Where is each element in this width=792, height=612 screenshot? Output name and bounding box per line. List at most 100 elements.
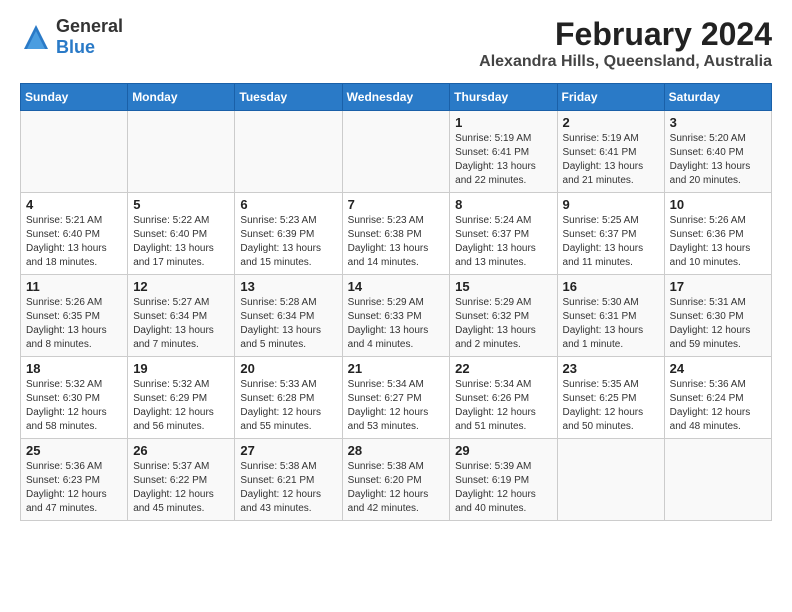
calendar-cell: 25Sunrise: 5:36 AM Sunset: 6:23 PM Dayli… [21,439,128,521]
calendar-cell: 16 Sunrise: 5:30 AM Sunset: 6:31 PM Dayli… [557,275,664,357]
calendar-cell [664,439,771,521]
calendar-cell: 5 Sunrise: 5:22 AM Sunset: 6:40 PM Daylig… [128,193,235,275]
col-friday: Friday [557,84,664,111]
logo-blue-text: Blue [56,37,95,57]
calendar-cell: 15Sunrise: 5:29 AM Sunset: 6:32 PM Dayli… [450,275,557,357]
day-info: Sunrise: 5:20 AM Sunset: 6:40 PM Dayligh… [670,132,766,188]
day-info: Sunrise: 5:24 AM Sunset: 6:37 PM Dayligh… [455,214,551,270]
calendar-week-4: 25Sunrise: 5:36 AM Sunset: 6:23 PM Dayli… [21,439,772,521]
calendar-cell: 28 Sunrise: 5:38 AM Sunset: 6:20 PM Dayli… [342,439,450,521]
calendar-cell [21,111,128,193]
day-info: Sunrise: 5:21 AM Sunset: 6:40 PM Dayligh… [26,214,122,270]
title-area: February 2024 Alexandra Hills, Queenslan… [479,16,772,71]
calendar-cell: 9 Sunrise: 5:25 AM Sunset: 6:37 PM Daylig… [557,193,664,275]
day-number: 5 [133,197,229,212]
day-number: 20 [240,361,336,376]
day-number: 4 [26,197,122,212]
day-number: 17 [670,279,766,294]
calendar-week-3: 18 Sunrise: 5:32 AM Sunset: 6:30 PM Dayli… [21,357,772,439]
day-number: 27 [240,443,336,458]
day-info: Sunrise: 5:19 AM Sunset: 6:41 PM Dayligh… [455,132,551,188]
day-info: Sunrise: 5:23 AM Sunset: 6:38 PM Dayligh… [348,214,445,270]
calendar-cell: 29Sunrise: 5:39 AM Sunset: 6:19 PM Dayli… [450,439,557,521]
calendar-week-1: 4 Sunrise: 5:21 AM Sunset: 6:40 PM Daylig… [21,193,772,275]
header: General Blue February 2024 Alexandra Hil… [20,16,772,71]
day-number: 28 [348,443,445,458]
day-number: 16 [563,279,659,294]
calendar-cell: 8 Sunrise: 5:24 AM Sunset: 6:37 PM Daylig… [450,193,557,275]
calendar-week-0: 1 Sunrise: 5:19 AM Sunset: 6:41 PM Daylig… [21,111,772,193]
calendar-cell: 2 Sunrise: 5:19 AM Sunset: 6:41 PM Daylig… [557,111,664,193]
day-number: 23 [563,361,659,376]
calendar-cell: 22 Sunrise: 5:34 AM Sunset: 6:26 PM Dayli… [450,357,557,439]
day-info: Sunrise: 5:36 AM Sunset: 6:24 PM Dayligh… [670,378,766,434]
calendar-cell: 1 Sunrise: 5:19 AM Sunset: 6:41 PM Daylig… [450,111,557,193]
col-tuesday: Tuesday [235,84,342,111]
day-info: Sunrise: 5:28 AM Sunset: 6:34 PM Dayligh… [240,296,336,352]
day-info: Sunrise: 5:34 AM Sunset: 6:26 PM Dayligh… [455,378,551,434]
day-info: Sunrise: 5:32 AM Sunset: 6:30 PM Dayligh… [26,378,122,434]
day-number: 25 [26,443,122,458]
calendar-cell: 10 Sunrise: 5:26 AM Sunset: 6:36 PM Dayli… [664,193,771,275]
logo-general-text: General [56,16,123,36]
day-info: Sunrise: 5:38 AM Sunset: 6:20 PM Dayligh… [348,460,445,516]
day-number: 21 [348,361,445,376]
day-info: Sunrise: 5:22 AM Sunset: 6:40 PM Dayligh… [133,214,229,270]
logo-icon [20,21,52,53]
day-number: 7 [348,197,445,212]
day-number: 18 [26,361,122,376]
day-info: Sunrise: 5:32 AM Sunset: 6:29 PM Dayligh… [133,378,229,434]
day-number: 6 [240,197,336,212]
day-info: Sunrise: 5:33 AM Sunset: 6:28 PM Dayligh… [240,378,336,434]
calendar-cell: 6 Sunrise: 5:23 AM Sunset: 6:39 PM Daylig… [235,193,342,275]
calendar-cell: 7 Sunrise: 5:23 AM Sunset: 6:38 PM Daylig… [342,193,450,275]
calendar-cell [235,111,342,193]
calendar-cell: 18 Sunrise: 5:32 AM Sunset: 6:30 PM Dayli… [21,357,128,439]
page-subtitle: Alexandra Hills, Queensland, Australia [479,53,772,71]
col-thursday: Thursday [450,84,557,111]
day-info: Sunrise: 5:29 AM Sunset: 6:33 PM Dayligh… [348,296,445,352]
day-number: 11 [26,279,122,294]
calendar-cell: 24 Sunrise: 5:36 AM Sunset: 6:24 PM Dayli… [664,357,771,439]
calendar-cell: 13 Sunrise: 5:28 AM Sunset: 6:34 PM Dayli… [235,275,342,357]
day-info: Sunrise: 5:26 AM Sunset: 6:35 PM Dayligh… [26,296,122,352]
day-number: 24 [670,361,766,376]
day-info: Sunrise: 5:30 AM Sunset: 6:31 PM Dayligh… [563,296,659,352]
day-number: 14 [348,279,445,294]
calendar-cell: 12Sunrise: 5:27 AM Sunset: 6:34 PM Dayli… [128,275,235,357]
day-info: Sunrise: 5:35 AM Sunset: 6:25 PM Dayligh… [563,378,659,434]
calendar-cell: 21Sunrise: 5:34 AM Sunset: 6:27 PM Dayli… [342,357,450,439]
day-number: 1 [455,115,551,130]
calendar-cell: 26 Sunrise: 5:37 AM Sunset: 6:22 PM Dayli… [128,439,235,521]
day-number: 3 [670,115,766,130]
day-number: 8 [455,197,551,212]
day-number: 26 [133,443,229,458]
calendar-cell: 3 Sunrise: 5:20 AM Sunset: 6:40 PM Daylig… [664,111,771,193]
calendar-week-2: 11 Sunrise: 5:26 AM Sunset: 6:35 PM Dayli… [21,275,772,357]
calendar-cell: 14 Sunrise: 5:29 AM Sunset: 6:33 PM Dayli… [342,275,450,357]
day-info: Sunrise: 5:26 AM Sunset: 6:36 PM Dayligh… [670,214,766,270]
calendar-cell: 19 Sunrise: 5:32 AM Sunset: 6:29 PM Dayli… [128,357,235,439]
day-info: Sunrise: 5:38 AM Sunset: 6:21 PM Dayligh… [240,460,336,516]
col-saturday: Saturday [664,84,771,111]
day-info: Sunrise: 5:37 AM Sunset: 6:22 PM Dayligh… [133,460,229,516]
day-info: Sunrise: 5:31 AM Sunset: 6:30 PM Dayligh… [670,296,766,352]
day-info: Sunrise: 5:25 AM Sunset: 6:37 PM Dayligh… [563,214,659,270]
day-number: 19 [133,361,229,376]
calendar-cell: 23 Sunrise: 5:35 AM Sunset: 6:25 PM Dayli… [557,357,664,439]
calendar-cell [557,439,664,521]
day-number: 9 [563,197,659,212]
day-number: 2 [563,115,659,130]
day-number: 22 [455,361,551,376]
day-number: 10 [670,197,766,212]
header-row: Sunday Monday Tuesday Wednesday Thursday… [21,84,772,111]
day-info: Sunrise: 5:39 AM Sunset: 6:19 PM Dayligh… [455,460,551,516]
calendar-header: Sunday Monday Tuesday Wednesday Thursday… [21,84,772,111]
calendar-cell: 20 Sunrise: 5:33 AM Sunset: 6:28 PM Dayli… [235,357,342,439]
day-number: 13 [240,279,336,294]
calendar-table: Sunday Monday Tuesday Wednesday Thursday… [20,83,772,521]
day-info: Sunrise: 5:19 AM Sunset: 6:41 PM Dayligh… [563,132,659,188]
calendar-body: 1 Sunrise: 5:19 AM Sunset: 6:41 PM Daylig… [21,111,772,521]
col-sunday: Sunday [21,84,128,111]
day-info: Sunrise: 5:23 AM Sunset: 6:39 PM Dayligh… [240,214,336,270]
